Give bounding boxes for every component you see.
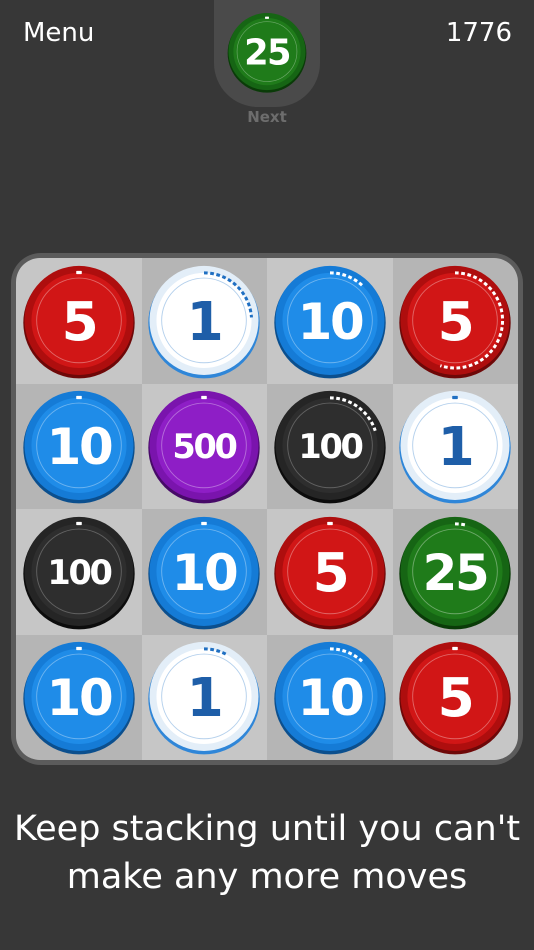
board-cell-r2-c3[interactable]: 100 — [267, 383, 393, 509]
chip-value: 25 — [244, 33, 290, 74]
chip-top-marker — [326, 521, 333, 525]
chip-value: 25 — [423, 544, 488, 602]
board-cell-r2-c4[interactable]: 1 — [392, 383, 518, 509]
chip-value: 1 — [187, 666, 222, 729]
red-chip-5[interactable]: 5 — [397, 639, 513, 755]
white-chip-1[interactable]: 1 — [146, 639, 262, 755]
chip-value: 500 — [173, 427, 237, 466]
purple-chip-500[interactable]: 500 — [146, 388, 262, 504]
board-cell-r3-c2[interactable]: 10 — [141, 509, 267, 635]
board-cell-r1-c3[interactable]: 10 — [267, 258, 393, 384]
hint-line-1: Keep stacking until you can't — [13, 809, 521, 849]
blue-chip-10[interactable]: 10 — [21, 639, 137, 755]
board-cell-r3-c3[interactable]: 5 — [267, 509, 393, 635]
chip-top-marker — [75, 647, 82, 651]
board-cell-r2-c1[interactable]: 10 — [16, 383, 142, 509]
red-chip-5[interactable]: 5 — [21, 263, 137, 379]
white-chip-1[interactable]: 1 — [397, 388, 513, 504]
chip-value: 10 — [297, 293, 362, 351]
chip-top-marker — [452, 396, 459, 400]
board-grid: 5 1 10 5 10 500 100 1 100 10 5 25 10 1 10 5 — [16, 258, 518, 760]
hint-text: Keep stacking until you can't make any m… — [0, 805, 534, 901]
game-board: 5 1 10 5 10 500 100 1 100 10 5 25 10 1 10 5 — [11, 253, 523, 765]
chip-value: 1 — [438, 415, 473, 478]
blue-chip-10[interactable]: 10 — [272, 639, 388, 755]
hint-line-2: make any more moves — [66, 857, 468, 897]
board-cell-r1-c4[interactable]: 5 — [392, 258, 518, 384]
board-cell-r1-c2[interactable]: 1 — [141, 258, 267, 384]
black-chip-100[interactable]: 100 — [272, 388, 388, 504]
chip-top-marker — [452, 647, 459, 651]
board-cell-r4-c1[interactable]: 10 — [16, 634, 142, 760]
chip-top-marker — [75, 270, 82, 274]
chip-value: 100 — [47, 553, 111, 592]
chip-value: 10 — [46, 418, 111, 476]
black-chip-100[interactable]: 100 — [21, 514, 137, 630]
blue-chip-10[interactable]: 10 — [21, 388, 137, 504]
board-cell-r3-c1[interactable]: 100 — [16, 509, 142, 635]
chip-top-marker — [265, 16, 269, 19]
board-cell-r4-c3[interactable]: 10 — [267, 634, 393, 760]
board-cell-r1-c1[interactable]: 5 — [16, 258, 142, 384]
chip-value: 5 — [438, 290, 473, 353]
board-cell-r2-c2[interactable]: 500 — [141, 383, 267, 509]
chip-top-marker — [75, 521, 82, 525]
board-cell-r4-c2[interactable]: 1 — [141, 634, 267, 760]
board-cell-r4-c4[interactable]: 5 — [392, 634, 518, 760]
chip-value: 10 — [46, 669, 111, 727]
next-label: Next — [247, 108, 287, 126]
chip-value: 5 — [312, 541, 347, 604]
green-chip-25[interactable]: 25 — [226, 11, 308, 93]
white-chip-1[interactable]: 1 — [146, 263, 262, 379]
score-counter: 1776 — [445, 18, 512, 48]
menu-button[interactable]: Menu — [23, 16, 94, 50]
green-chip-25[interactable]: 25 — [397, 514, 513, 630]
blue-chip-10[interactable]: 10 — [272, 263, 388, 379]
chip-value: 100 — [298, 427, 362, 466]
chip-value: 10 — [172, 544, 237, 602]
red-chip-5[interactable]: 5 — [397, 263, 513, 379]
chip-value: 1 — [187, 290, 222, 353]
blue-chip-10[interactable]: 10 — [146, 514, 262, 630]
chip-top-marker — [201, 396, 208, 400]
chip-top-marker — [201, 521, 208, 525]
chip-value: 5 — [438, 666, 473, 729]
chip-top-marker — [75, 396, 82, 400]
chip-value: 10 — [297, 669, 362, 727]
next-chip: 25 — [226, 11, 308, 93]
red-chip-5[interactable]: 5 — [272, 514, 388, 630]
board-cell-r3-c4[interactable]: 25 — [392, 509, 518, 635]
chip-value: 5 — [61, 290, 96, 353]
